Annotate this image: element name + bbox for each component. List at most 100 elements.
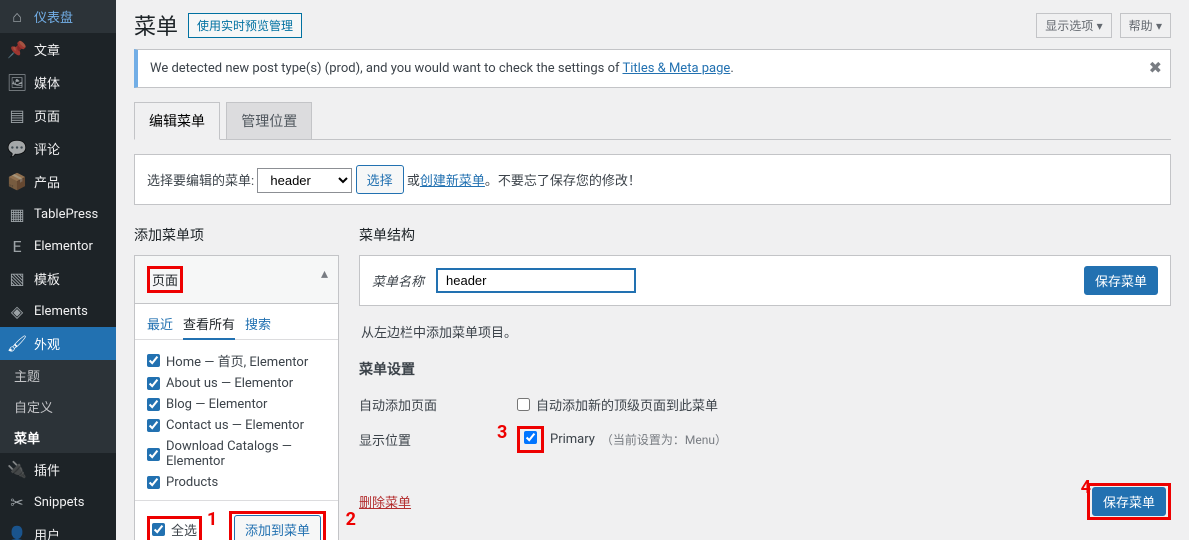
select-button[interactable]: 选择 [356, 165, 404, 194]
list-item[interactable]: Blog — Elementor [147, 394, 326, 415]
sidebar-item-label: 插件 [34, 460, 60, 479]
sidebar-item-media[interactable]: 🖼 媒体 [0, 66, 116, 99]
sidebar-item-pages[interactable]: ▤ 页面 [0, 99, 116, 132]
tab-edit-menus[interactable]: 编辑菜单 [134, 102, 220, 140]
sidebar-item-snippets[interactable]: ✂ Snippets [0, 486, 116, 518]
sidebar-sub-customize[interactable]: 自定义 [0, 391, 116, 422]
notice-link[interactable]: Titles & Meta page [622, 61, 730, 76]
sidebar-item-label: 产品 [34, 172, 60, 191]
auto-add-label: 自动添加页面 [359, 395, 479, 414]
annotation-3: 3 [497, 422, 507, 443]
annotation-1: 1 [207, 509, 217, 530]
list-item[interactable]: About us — Elementor [147, 373, 326, 394]
nav-tabs: 编辑菜单 管理位置 [134, 102, 1171, 140]
menu-select[interactable]: header [257, 168, 352, 193]
sidebar-item-appearance[interactable]: 🖌 外观 [0, 327, 116, 360]
accordion-pages: 页面 最近 查看所有 搜索 Home — 首页, Elementor About… [134, 255, 339, 540]
menu-settings-title: 菜单设置 [359, 359, 1171, 379]
annotation-2: 2 [346, 509, 356, 530]
sidebar-sub-themes[interactable]: 主题 [0, 360, 116, 391]
sidebar-item-label: 文章 [34, 40, 60, 59]
pin-icon: 📌 [8, 41, 26, 59]
sidebar-item-tablepress[interactable]: ▦ TablePress [0, 198, 116, 230]
sidebar-item-users[interactable]: 👤 用户 [0, 518, 116, 540]
help-button[interactable]: 帮助 ▾ [1120, 13, 1171, 38]
menu-select-bar: 选择要编辑的菜单: header 选择 或创建新菜单。不要忘了保存您的修改！ [134, 154, 1171, 205]
sidebar-item-label: 页面 [34, 106, 60, 125]
menu-name-label: 菜单名称 [372, 271, 424, 290]
close-icon[interactable]: ✖ [1149, 58, 1162, 77]
sidebar-item-elementor[interactable]: E Elementor [0, 230, 116, 262]
add-items-title: 添加菜单项 [134, 225, 339, 245]
sidebar-item-plugins[interactable]: 🔌 插件 [0, 453, 116, 486]
annotation-4: 4 [1081, 477, 1091, 498]
user-icon: 👤 [8, 526, 26, 540]
media-icon: 🖼 [8, 74, 26, 92]
empty-hint: 从左边栏中添加菜单项目。 [359, 322, 1171, 359]
list-item[interactable]: Contact us — Elementor [147, 415, 326, 436]
auto-add-checkbox[interactable] [517, 398, 530, 411]
elementor-icon: E [8, 237, 26, 255]
checkbox[interactable] [152, 523, 165, 536]
select-all-checkbox[interactable]: 全选 [152, 520, 197, 539]
sidebar-item-posts[interactable]: 📌 文章 [0, 33, 116, 66]
select-menu-label: 选择要编辑的菜单: [147, 174, 254, 189]
sidebar-item-label: 媒体 [34, 73, 60, 92]
sidebar-item-label: Elementor [34, 239, 93, 254]
sidebar-sub-menus[interactable]: 菜单 [0, 422, 116, 453]
menu-name-bar: 菜单名称 保存菜单 [359, 255, 1171, 306]
checkbox[interactable] [147, 419, 160, 432]
sidebar-item-label: 评论 [34, 139, 60, 158]
menu-name-input[interactable] [436, 268, 636, 293]
tab-search[interactable]: 搜索 [245, 314, 271, 333]
display-location-label: 显示位置 [359, 430, 479, 449]
create-menu-link[interactable]: 创建新菜单 [420, 174, 485, 189]
comment-icon: 💬 [8, 140, 26, 158]
box-icon: 📦 [8, 173, 26, 191]
notice-banner: We detected new post type(s) (prod), and… [134, 49, 1171, 88]
template-icon: ▧ [8, 270, 26, 288]
sidebar-item-label: TablePress [34, 207, 98, 222]
scissors-icon: ✂ [8, 493, 26, 511]
sidebar-item-dashboard[interactable]: ⌂ 仪表盘 [0, 0, 116, 33]
primary-location-checkbox[interactable] [524, 431, 537, 444]
save-menu-button-bottom[interactable]: 保存菜单 [1092, 487, 1166, 516]
checkbox[interactable] [147, 354, 160, 367]
brush-icon: 🖌 [8, 335, 26, 353]
sidebar-item-comments[interactable]: 💬 评论 [0, 132, 116, 165]
sidebar-item-label: Elements [34, 304, 88, 319]
table-icon: ▦ [8, 205, 26, 223]
page-checklist: Home — 首页, Elementor About us — Elemento… [135, 340, 338, 500]
elements-icon: ◈ [8, 302, 26, 320]
sidebar-item-label: 用户 [34, 525, 60, 540]
notice-text: We detected new post type(s) (prod), and… [150, 61, 622, 76]
page-title: 菜单 [134, 9, 178, 41]
sidebar-item-label: Snippets [34, 495, 85, 510]
list-item[interactable]: Download Catalogs — Elementor [147, 436, 326, 472]
sidebar-item-elements[interactable]: ◈ Elements [0, 295, 116, 327]
tab-recent[interactable]: 最近 [147, 314, 173, 333]
add-to-menu-button[interactable]: 添加到菜单 [234, 515, 321, 540]
checkbox[interactable] [147, 377, 160, 390]
checkbox[interactable] [147, 448, 160, 461]
live-preview-button[interactable]: 使用实时预览管理 [188, 13, 302, 38]
screen-options-button[interactable]: 显示选项 ▾ [1036, 13, 1111, 38]
delete-menu-link[interactable]: 删除菜单 [359, 492, 411, 511]
gauge-icon: ⌂ [8, 8, 26, 26]
tab-manage-locations[interactable]: 管理位置 [226, 102, 312, 140]
tab-view-all[interactable]: 查看所有 [183, 314, 235, 340]
plug-icon: 🔌 [8, 461, 26, 479]
accordion-head-pages[interactable]: 页面 [135, 256, 338, 303]
checkbox[interactable] [147, 476, 160, 489]
sidebar-item-label: 仪表盘 [34, 7, 73, 26]
menu-structure-title: 菜单结构 [359, 225, 1171, 245]
checkbox[interactable] [147, 398, 160, 411]
sidebar-item-label: 模板 [34, 269, 60, 288]
list-item[interactable]: Products [147, 472, 326, 493]
save-menu-button[interactable]: 保存菜单 [1084, 266, 1158, 295]
page-icon: ▤ [8, 107, 26, 125]
list-item[interactable]: Home — 首页, Elementor [147, 348, 326, 373]
sidebar-item-label: 外观 [34, 334, 60, 353]
sidebar-item-products[interactable]: 📦 产品 [0, 165, 116, 198]
sidebar-item-templates[interactable]: ▧ 模板 [0, 262, 116, 295]
